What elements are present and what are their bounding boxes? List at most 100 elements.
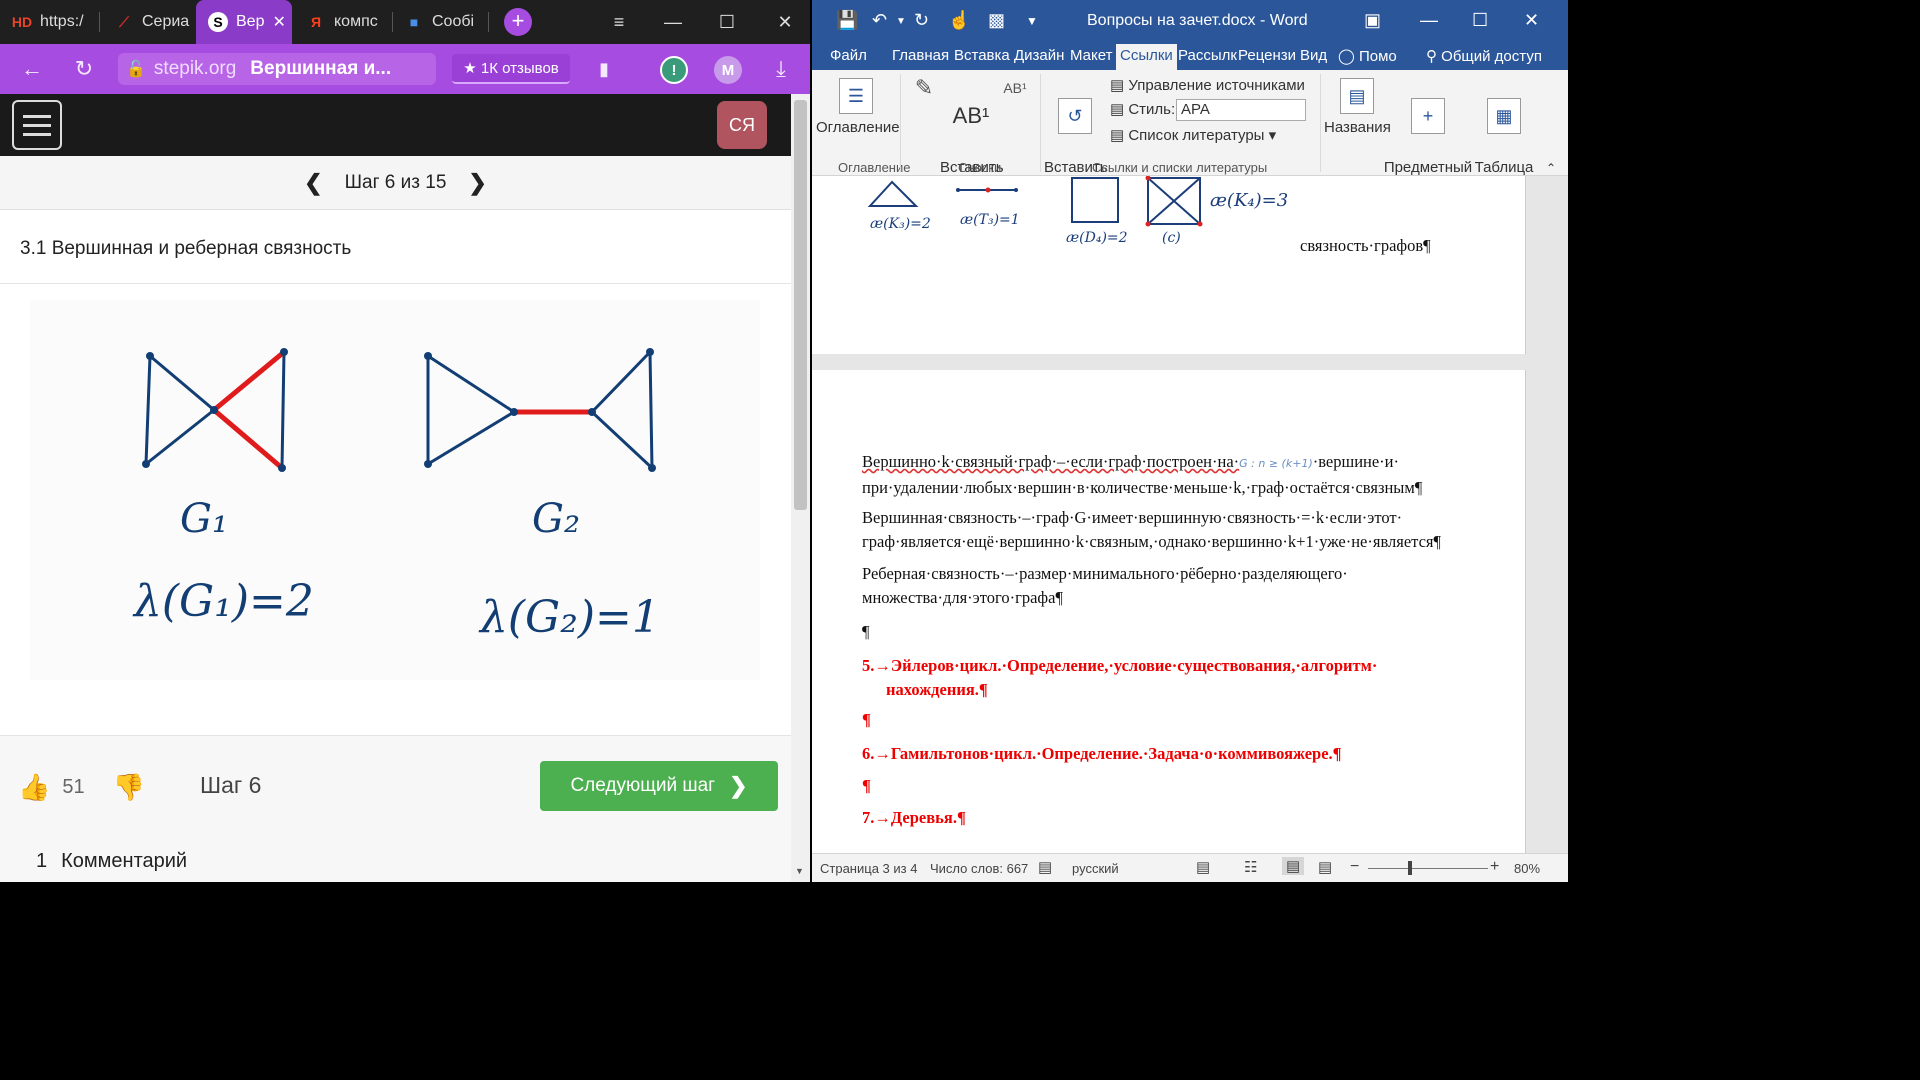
- bibliography-button[interactable]: ▤ Список литературы ▾: [1110, 126, 1276, 146]
- url-field[interactable]: 🔓 stepik.org Вершинная и...: [118, 53, 436, 85]
- document-scrollbar[interactable]: [1542, 176, 1568, 853]
- lightbulb-icon: ◯: [1338, 48, 1359, 65]
- stepik-favicon-icon: S: [208, 12, 228, 32]
- heading-euler-cycle: 5.→Эйлеров·цикл.·Определение,·условие·су…: [862, 654, 1474, 702]
- zoom-slider-track[interactable]: [1368, 868, 1488, 869]
- reviews-button[interactable]: ★ 1К отзывов: [452, 54, 570, 84]
- browser-menu-icon[interactable]: ≡: [596, 0, 642, 44]
- tab-mailings[interactable]: Рассылк: [1178, 47, 1237, 64]
- thumbs-up-icon[interactable]: 👍: [18, 772, 50, 803]
- paragraph-edge-connectivity: Реберная·связность·–·размер·минимального…: [862, 562, 1474, 610]
- zoom-slider-thumb[interactable]: [1408, 861, 1412, 875]
- word-title-bar: 💾 ↶ ▼ ↻ ☝ ▩ ▼ Вопросы на зачет.docx - Wo…: [812, 0, 1568, 42]
- close-icon[interactable]: ✕: [762, 0, 808, 44]
- tab-close-icon[interactable]: ✕: [272, 12, 285, 32]
- scroll-down-icon[interactable]: ▼: [795, 866, 804, 876]
- maximize-icon[interactable]: ☐: [704, 0, 750, 44]
- web-layout-icon[interactable]: ▤: [1318, 858, 1332, 876]
- language[interactable]: русский: [1072, 861, 1119, 876]
- tab-messages[interactable]: ■ Сообі: [392, 0, 488, 44]
- tab-layout[interactable]: Макет: [1070, 47, 1112, 64]
- next-step-button[interactable]: Следующий шаг ❯: [540, 761, 778, 811]
- toc-button[interactable]: ☰ Оглавление: [816, 78, 900, 138]
- maximize-icon[interactable]: ☐: [1472, 10, 1488, 31]
- page-counter[interactable]: Страница 3 из 4: [820, 861, 917, 876]
- manage-sources-icon: ▤: [1110, 77, 1129, 94]
- text-run: Вершинная·связность·–·граф·G·имеет·верши…: [862, 508, 1403, 527]
- tab-file[interactable]: Файл: [830, 47, 867, 64]
- step-navigation: ❮ Шаг 6 из 15 ❯: [0, 156, 791, 210]
- tab-serial[interactable]: ⟋ Сериа: [102, 0, 198, 44]
- zoom-out-button[interactable]: −: [1350, 858, 1359, 876]
- style-select[interactable]: APA: [1176, 99, 1306, 121]
- ribbon-references: ☰ Оглавление Оглавление ✎ AB¹ Вставить с…: [812, 70, 1568, 196]
- tab-help[interactable]: ◯ Помо: [1338, 47, 1397, 65]
- g2-formula: λ(G₂)=1: [478, 592, 660, 643]
- prev-step-icon[interactable]: ❮: [304, 170, 322, 196]
- print-layout-icon[interactable]: ▤: [1282, 857, 1305, 875]
- page-scrollbar[interactable]: ▼: [791, 94, 810, 882]
- add-text-icon[interactable]: ✎: [904, 77, 944, 99]
- next-step-label: Следующий шаг: [570, 775, 716, 796]
- hamburger-menu-icon[interactable]: [12, 100, 62, 150]
- empty-paragraph: ¶: [862, 710, 871, 729]
- download-icon[interactable]: ⤓: [768, 55, 794, 83]
- customize-toolbar-icon[interactable]: ▼: [1026, 14, 1038, 28]
- word-menu-tabs: Файл Главная Вставка Дизайн Макет Ссылки…: [812, 42, 1568, 70]
- reload-icon[interactable]: ↻: [70, 55, 98, 83]
- comments-link[interactable]: 1 Комментарий: [36, 850, 187, 873]
- thumbs-down-icon[interactable]: 👎: [113, 772, 145, 803]
- zoom-in-button[interactable]: +: [1490, 858, 1499, 876]
- extension-icon[interactable]: !: [660, 56, 688, 84]
- tab-label: Сообі: [432, 13, 475, 30]
- tab-insert[interactable]: Вставка: [954, 47, 1010, 64]
- tab-view[interactable]: Вид: [1300, 47, 1327, 64]
- empty-paragraph: ¶: [862, 776, 871, 795]
- manage-sources-button[interactable]: ▤ Управление источниками: [1110, 76, 1305, 96]
- tab-references[interactable]: Ссылки: [1116, 44, 1177, 70]
- captions-button[interactable]: ▤ Названия: [1324, 78, 1391, 138]
- share-button[interactable]: ⚲ Общий доступ: [1426, 47, 1542, 65]
- person-icon: ⚲: [1426, 48, 1442, 65]
- minimize-icon[interactable]: —: [650, 0, 696, 44]
- tab-home[interactable]: Главная: [892, 47, 949, 64]
- new-tab-button[interactable]: +: [504, 8, 532, 36]
- proofing-icon[interactable]: ▤: [1038, 858, 1052, 876]
- collapse-ribbon-icon[interactable]: ⌃: [1546, 158, 1556, 178]
- url-domain: stepik.org: [153, 58, 237, 79]
- read-mode-icon[interactable]: ☷: [1244, 858, 1257, 876]
- hd-favicon-icon: HD: [11, 14, 33, 30]
- ribbon-display-icon[interactable]: ▣: [1364, 10, 1381, 31]
- minimize-icon[interactable]: —: [1420, 10, 1438, 31]
- tab-stepik-active[interactable]: S Вер ✕: [196, 0, 292, 44]
- user-avatar[interactable]: СЯ: [717, 101, 767, 149]
- document-area: æ(K₃)=2 æ(T₃)=1 æ(D₄)=2 (c) æ(K₄)=3 связ…: [812, 176, 1568, 860]
- zoom-level[interactable]: 80%: [1514, 861, 1540, 876]
- back-icon[interactable]: ←: [18, 55, 46, 83]
- next-footnote-icon[interactable]: AB¹: [1002, 78, 1028, 98]
- stepik-header: СЯ: [0, 94, 791, 156]
- scrollbar-thumb[interactable]: [794, 100, 807, 510]
- touch-mode-icon[interactable]: ☝: [948, 10, 970, 31]
- lock-icon[interactable]: 🔓: [126, 59, 146, 79]
- undo-dropdown-icon[interactable]: ▼: [896, 16, 906, 27]
- tab-review[interactable]: Рецензи: [1238, 47, 1296, 64]
- heading-tail: связность·графов¶: [1300, 236, 1431, 255]
- style-label-wrap: ▤ Стиль:: [1110, 100, 1175, 120]
- focus-mode-icon[interactable]: ▤: [1196, 858, 1210, 876]
- tab-hd[interactable]: HD https:/: [0, 0, 96, 44]
- paragraph-vertex-connectivity: Вершинная·связность·–·граф·G·имеет·верши…: [862, 506, 1474, 554]
- redo-icon[interactable]: ↻: [914, 10, 929, 31]
- close-icon[interactable]: ✕: [1524, 10, 1539, 31]
- bookmark-icon[interactable]: ▮: [592, 55, 616, 83]
- undo-icon[interactable]: ↶: [872, 10, 887, 31]
- profile-avatar[interactable]: M: [714, 56, 742, 84]
- word-count[interactable]: Число слов: 667: [930, 861, 1028, 876]
- next-step-icon[interactable]: ❯: [468, 170, 486, 196]
- tab-design[interactable]: Дизайн: [1014, 47, 1064, 64]
- tab-yandex[interactable]: Я компс: [294, 0, 390, 44]
- table-authorities-icon: ▦: [1487, 98, 1521, 134]
- handwritten-note: G : n ≥ (k+1): [1239, 457, 1313, 470]
- save-icon[interactable]: 💾: [836, 10, 858, 31]
- screenshot-icon[interactable]: ▩: [988, 10, 1005, 31]
